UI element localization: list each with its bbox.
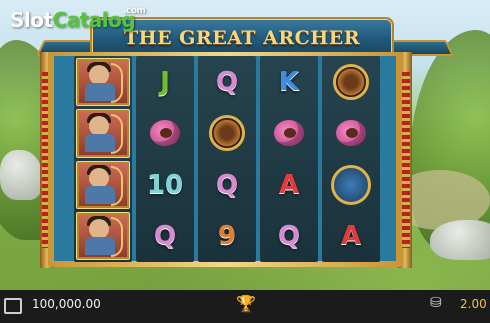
- symbol-q: Q: [277, 220, 301, 251]
- symbol-q: Q: [215, 67, 239, 98]
- symbol-q: Q: [215, 169, 239, 200]
- reel-symbol: Q: [138, 212, 192, 260]
- bet-value: 2.00: [460, 297, 487, 311]
- symbol-j: J: [160, 67, 170, 98]
- rock-right: [430, 220, 490, 260]
- reel-symbol: [200, 109, 254, 157]
- symbol-k: K: [278, 67, 300, 98]
- drum-icon: [336, 120, 366, 147]
- reel-symbol: 9: [200, 212, 254, 260]
- status-bar: 100,000.00 🏆 ⛁ 2.00: [0, 290, 490, 323]
- reel-symbol: Q: [262, 212, 316, 260]
- symbol-9: 9: [217, 220, 237, 251]
- reel-symbol: 10: [138, 161, 192, 209]
- reel-symbol: Q: [200, 58, 254, 106]
- symbol-q: Q: [153, 220, 177, 251]
- symbol-a: A: [278, 169, 300, 200]
- gong-icon: [333, 64, 369, 101]
- symbol-archer: [76, 211, 130, 260]
- watermark: SlotCatalog .com: [10, 6, 146, 32]
- reel-symbol: A: [324, 212, 378, 260]
- reel-symbol: [262, 109, 316, 157]
- reel-symbol: Q: [200, 161, 254, 209]
- drum-icon: [274, 120, 304, 147]
- drum-icon: [150, 120, 180, 147]
- game-title: THE GREAT ARCHER: [123, 27, 361, 49]
- game-background: THE GREAT ARCHER J 10 Q Q Q 9 K A Q A SlotCatalog…: [0, 0, 490, 290]
- watermark-suffix: .com: [123, 6, 146, 16]
- wallet-icon[interactable]: [4, 298, 22, 314]
- reel-4: K AQ: [260, 56, 318, 262]
- watermark-part1: Slot: [10, 8, 53, 32]
- reel-1: [74, 56, 132, 262]
- reel-symbol: J: [138, 58, 192, 106]
- symbol-10: 10: [146, 169, 184, 200]
- reel-grid: J 10 Q Q Q 9 K A Q A: [74, 56, 380, 262]
- coins-icon[interactable]: ⛁: [430, 295, 442, 311]
- reel-3: Q Q 9: [198, 56, 256, 262]
- reel-5: A: [322, 56, 380, 262]
- symbol-archer: [76, 160, 130, 209]
- balance-value: 100,000.00: [32, 297, 101, 311]
- symbol-a: A: [340, 220, 362, 251]
- reel-symbol: [324, 58, 378, 106]
- symbol-archer: [76, 109, 130, 158]
- symbol-archer: [76, 58, 130, 107]
- gong-icon: [209, 115, 245, 152]
- reel-symbol: A: [262, 161, 316, 209]
- reel-symbol: [324, 161, 378, 209]
- rock-left: [0, 150, 42, 200]
- reel-symbol: [138, 109, 192, 157]
- reel-symbol: [324, 109, 378, 157]
- trophy-icon[interactable]: 🏆: [236, 294, 256, 313]
- quiver-icon: [331, 164, 371, 205]
- reel-symbol: K: [262, 58, 316, 106]
- reel-2: J 10 Q: [136, 56, 194, 262]
